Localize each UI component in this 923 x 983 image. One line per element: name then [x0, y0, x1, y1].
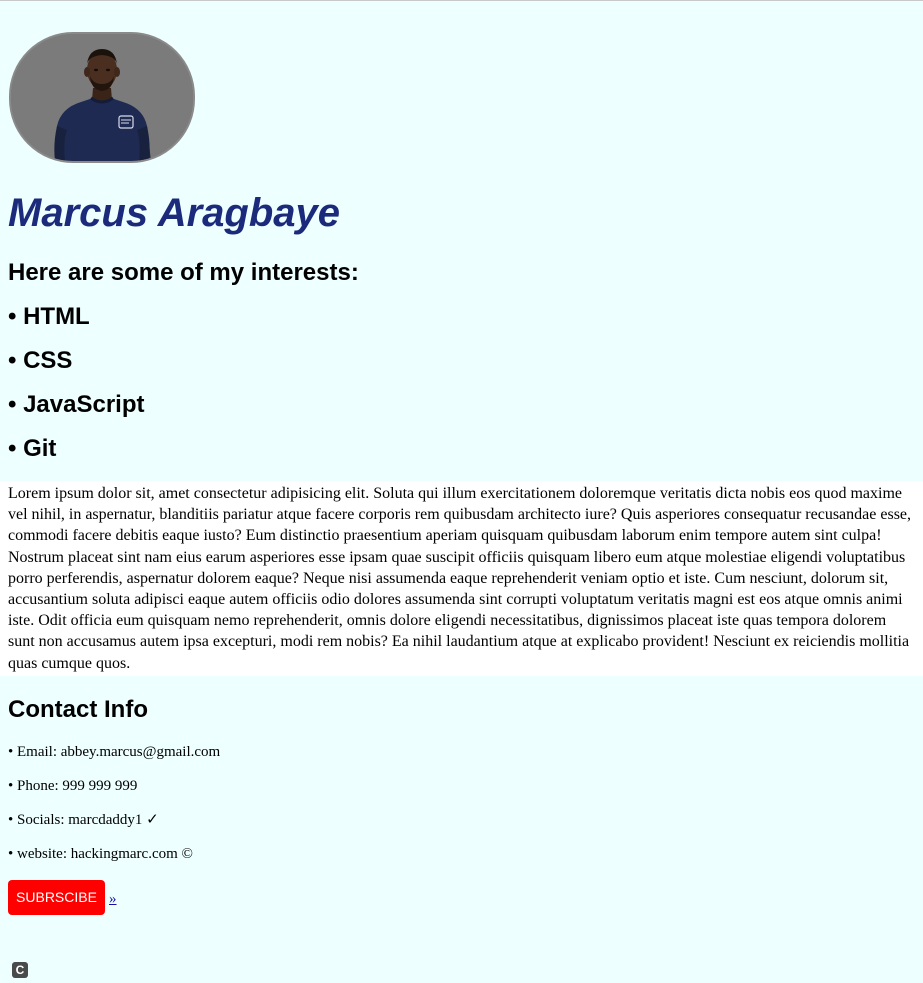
avatar [9, 32, 195, 163]
interest-item-css: • CSS [8, 347, 73, 374]
page-content: Marcus Aragbaye Here are some of my inte… [0, 32, 923, 915]
contact-website: • website: hackingmarc.com © [8, 845, 193, 862]
c-badge-icon[interactable]: C [12, 962, 28, 978]
interests-heading: Here are some of my interests: [8, 259, 359, 286]
contact-socials: • Socials: marcdaddy1 ✓ [8, 811, 159, 828]
top-divider [0, 0, 923, 1]
interest-item-html: • HTML [8, 303, 90, 330]
contact-heading: Contact Info [8, 695, 148, 723]
contact-list: • Email: abbey.marcus@gmail.com • Phone:… [8, 743, 915, 863]
interest-item-javascript: • JavaScript [8, 391, 145, 418]
subscribe-row: SUBRSCIBE » [8, 879, 915, 915]
interests-list: • HTML • CSS • JavaScript • Git [8, 303, 915, 463]
more-link[interactable]: » [109, 891, 117, 908]
interest-item-git: • Git [8, 435, 57, 462]
contact-phone: • Phone: 999 999 999 [8, 777, 138, 794]
contact-email: • Email: abbey.marcus@gmail.com [8, 743, 221, 760]
profile-name: Marcus Aragbaye [8, 191, 340, 235]
subscribe-button[interactable]: SUBRSCIBE [8, 879, 105, 915]
avatar-image [11, 34, 193, 161]
bio-paragraph: Lorem ipsum dolor sit, amet consectetur … [0, 481, 923, 676]
